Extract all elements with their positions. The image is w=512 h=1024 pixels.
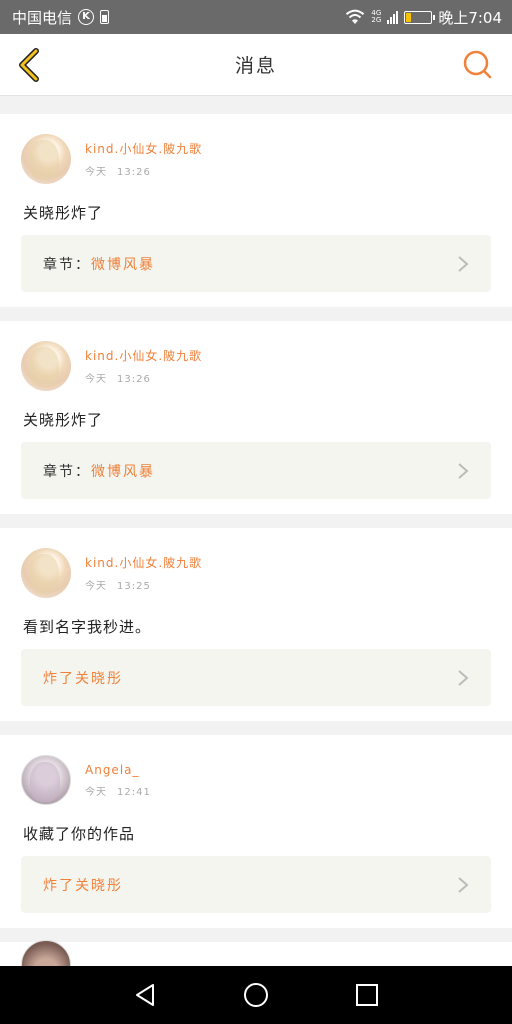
avatar[interactable] <box>21 134 71 184</box>
carrier-badge-icon: K <box>78 9 95 25</box>
clock: 晚上7:04 <box>438 8 502 27</box>
carrier-name: 中国电信 <box>12 8 73 27</box>
system-nav-bar <box>0 966 512 1024</box>
message-list[interactable]: kind.小仙女.陂九歌 今天 13:26 关晓彤炸了 章节： 微博风暴 kind… <box>0 114 512 966</box>
comment-text: 看到名字我秒进。 <box>23 618 152 636</box>
back-button[interactable] <box>12 47 46 83</box>
chevron-left-icon <box>19 48 39 82</box>
work-title: 炸了关晓彤 <box>43 877 123 894</box>
timestamp: 今天 13:25 <box>85 581 151 592</box>
comment-text: 关晓彤炸了 <box>23 204 104 222</box>
signal-icon <box>387 10 399 24</box>
search-icon[interactable] <box>462 49 494 81</box>
work-link[interactable]: 炸了关晓彤 <box>21 649 491 706</box>
circle-home-icon <box>243 983 268 1007</box>
nav-home-button[interactable] <box>236 975 276 1015</box>
chapter-title: 微博风暴 <box>91 463 155 480</box>
avatar[interactable] <box>21 755 71 805</box>
avatar[interactable] <box>21 548 71 598</box>
chevron-right-icon <box>458 256 469 272</box>
nav-recents-button[interactable] <box>347 975 387 1015</box>
page-title: 消息 <box>234 55 277 77</box>
comment-text: 关晓彤炸了 <box>23 411 104 429</box>
message-card: kind.小仙女.陂九歌 今天 13:26 关晓彤炸了 章节： 微博风暴 <box>0 321 512 514</box>
chevron-right-icon <box>458 877 469 893</box>
chapter-link[interactable]: 章节： 微博风暴 <box>21 442 491 499</box>
username[interactable]: Angela_ <box>85 763 151 777</box>
title-bar: 消息 <box>0 34 512 96</box>
username[interactable]: kind.小仙女.陂九歌 <box>85 347 202 364</box>
message-card: kind.小仙女.陂九歌 今天 13:26 关晓彤炸了 章节： 微博风暴 <box>0 114 512 307</box>
message-card: kind.小仙女.陂九歌 今天 13:25 看到名字我秒进。 炸了关晓彤 <box>0 528 512 721</box>
status-bar: 中国电信 K 4G 2G 晚上7:04 <box>0 0 512 34</box>
username[interactable]: kind.小仙女.陂九歌 <box>85 140 202 157</box>
wifi-icon <box>346 9 365 24</box>
timestamp: 今天 13:26 <box>85 167 151 178</box>
network-type: 4G 2G <box>371 9 382 24</box>
username[interactable]: kind.小仙女.陂九歌 <box>85 554 202 571</box>
avatar[interactable] <box>21 940 71 966</box>
sim-icon <box>100 10 110 24</box>
square-recents-icon <box>355 984 378 1006</box>
chevron-right-icon <box>458 463 469 479</box>
work-link[interactable]: 炸了关晓彤 <box>21 856 491 913</box>
message-card: Angela_ 今天 12:41 收藏了你的作品 炸了关晓彤 <box>0 735 512 928</box>
timestamp: 今天 12:41 <box>85 786 151 798</box>
avatar[interactable] <box>21 341 71 391</box>
chapter-label: 章节： <box>43 256 91 273</box>
nav-back-button[interactable] <box>125 975 165 1015</box>
chevron-right-icon <box>458 670 469 686</box>
chapter-link[interactable]: 章节： 微博风暴 <box>21 235 491 292</box>
chapter-title: 微博风暴 <box>91 256 155 273</box>
chapter-label: 章节： <box>43 463 91 480</box>
timestamp: 今天 13:26 <box>85 374 151 385</box>
triangle-back-icon <box>136 984 155 1006</box>
work-title: 炸了关晓彤 <box>43 670 123 687</box>
message-card <box>0 940 512 966</box>
comment-text: 收藏了你的作品 <box>23 825 136 843</box>
battery-icon <box>404 10 436 24</box>
